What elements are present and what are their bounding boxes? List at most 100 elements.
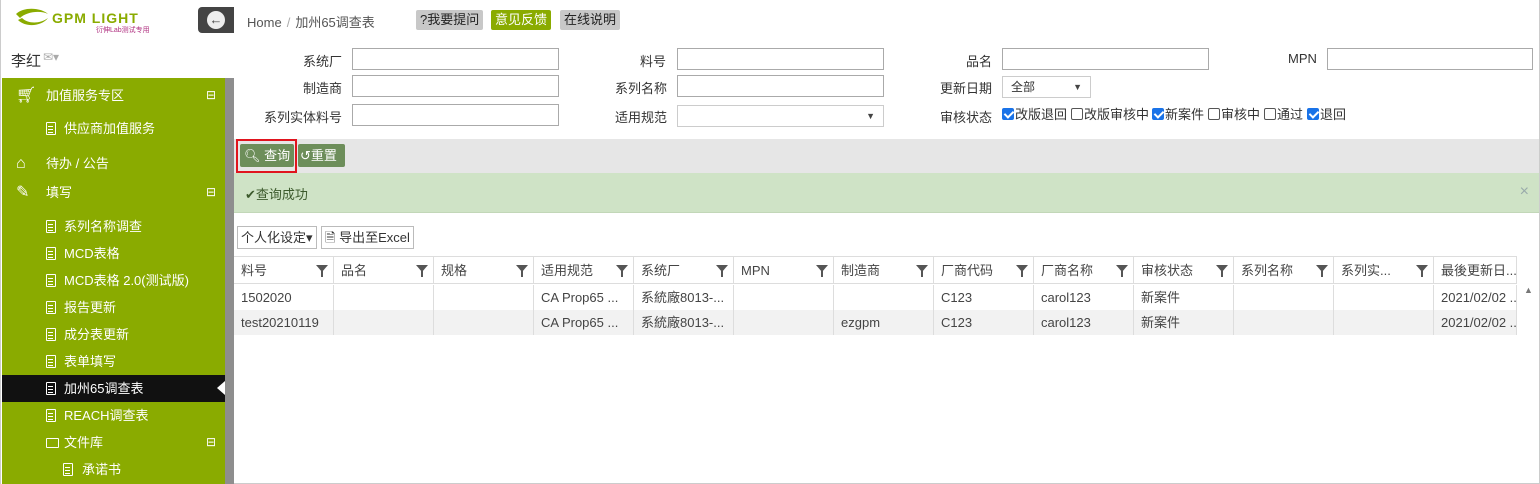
filter-icon[interactable] bbox=[316, 265, 328, 277]
column-header-label: 规格 bbox=[441, 263, 468, 278]
grid-scrollbar[interactable]: ▲ bbox=[1519, 285, 1537, 484]
review-status-checkbox[interactable]: 退回 bbox=[1307, 104, 1346, 123]
checkbox-icon[interactable] bbox=[1208, 108, 1220, 120]
table-cell: CA Prop65 ... bbox=[534, 285, 634, 310]
sidebar-item[interactable]: 表单填写 bbox=[2, 348, 225, 375]
column-header[interactable]: 系列实... bbox=[1334, 257, 1434, 283]
grid-toolbar: 个人化设定▾ 🗎 导出至Excel bbox=[234, 224, 1539, 252]
sidebar-item-label: 成分表更新 bbox=[64, 327, 130, 342]
review-status-checkbox[interactable]: 改版审核中 bbox=[1071, 104, 1149, 123]
alert-text: 查询成功 bbox=[255, 187, 308, 202]
column-header[interactable]: 品名 bbox=[334, 257, 434, 283]
filter-icon[interactable] bbox=[1016, 265, 1028, 277]
filter-icon[interactable] bbox=[816, 265, 828, 277]
review-status-checkbox[interactable]: 审核中 bbox=[1208, 104, 1260, 123]
ask-question-button[interactable]: ?我要提问 bbox=[416, 10, 484, 30]
sidebar-item[interactable]: MCD表格 bbox=[2, 240, 225, 267]
sidebar-item[interactable]: 文件库 ⊟ bbox=[2, 429, 225, 456]
filter-icon[interactable] bbox=[1316, 265, 1328, 277]
sidebar-item[interactable]: 系列名称调查 bbox=[2, 213, 225, 240]
sidebar-item[interactable]: 报告更新 bbox=[2, 294, 225, 321]
column-header[interactable]: 厂商代码 bbox=[934, 257, 1034, 283]
series-name-input[interactable] bbox=[677, 75, 884, 97]
filter-icon[interactable] bbox=[516, 265, 528, 277]
envelope-icon[interactable]: ✉▾ bbox=[43, 50, 59, 64]
reset-button[interactable]: ↺重置 bbox=[298, 144, 345, 167]
sidebar-scrollbar[interactable] bbox=[225, 78, 234, 484]
sidebar-item[interactable]: 供应商加值服务 bbox=[2, 115, 225, 142]
filter-icon[interactable] bbox=[916, 265, 928, 277]
action-bar: 🔍︎ 查询 ↺重置 bbox=[234, 139, 1539, 173]
table-cell: 2021/02/02 ... bbox=[1434, 285, 1517, 310]
user-bar[interactable]: 李红 ✉▾ bbox=[2, 40, 234, 78]
undo-icon: ↺ bbox=[300, 148, 311, 163]
mpn-input[interactable] bbox=[1327, 48, 1533, 70]
product-name-input[interactable] bbox=[1002, 48, 1209, 70]
close-icon[interactable]: × bbox=[1520, 183, 1529, 201]
scroll-up-icon[interactable]: ▲ bbox=[1524, 285, 1533, 295]
sidebar-collapse-button[interactable]: ← bbox=[198, 7, 234, 33]
series-part-input[interactable] bbox=[352, 104, 559, 126]
filter-icon[interactable] bbox=[1216, 265, 1228, 277]
filter-icon[interactable] bbox=[616, 265, 628, 277]
review-status-checkbox[interactable]: 改版退回 bbox=[1002, 104, 1067, 123]
column-header[interactable]: MPN bbox=[734, 257, 834, 283]
part-no-input[interactable] bbox=[677, 48, 884, 70]
sidebar-item[interactable]: REACH调查表 bbox=[2, 402, 225, 429]
manufacturer-input[interactable] bbox=[352, 75, 559, 97]
checkbox-icon[interactable] bbox=[1071, 108, 1083, 120]
sidebar-item[interactable]: 🛒︎ 加值服务专区 ⊟ bbox=[2, 82, 225, 109]
user-name[interactable]: 李红 bbox=[11, 50, 41, 71]
breadcrumb-home[interactable]: Home bbox=[247, 15, 282, 30]
product-name-label: 品名 bbox=[966, 54, 993, 69]
spec-select[interactable]: ▼ bbox=[677, 105, 884, 127]
column-header[interactable]: 系统厂 bbox=[634, 257, 734, 283]
review-status-checkbox[interactable]: 新案件 bbox=[1152, 104, 1204, 123]
update-date-select[interactable]: 全部 ▼ bbox=[1002, 76, 1091, 98]
column-header[interactable]: 最後更新日... bbox=[1434, 257, 1517, 283]
checkbox-icon[interactable] bbox=[1264, 108, 1276, 120]
column-header[interactable]: 适用规范 bbox=[534, 257, 634, 283]
column-header[interactable]: 制造商 bbox=[834, 257, 934, 283]
sidebar-item[interactable]: MCD表格 2.0(测试版) bbox=[2, 267, 225, 294]
filter-icon[interactable] bbox=[1116, 265, 1128, 277]
sidebar: GPM LIGHT 衍伸Lab测试专用 ← 李红 ✉▾ 🛒︎ 加值服务专区 ⊟ 供应商… bbox=[0, 0, 234, 484]
sidebar-item[interactable]: ⌂ 待办 / 公告 bbox=[2, 150, 225, 177]
column-header[interactable]: 审核状态 bbox=[1134, 257, 1234, 283]
part-no-link[interactable]: 1502020 bbox=[234, 285, 334, 310]
excel-icon: 🗎 bbox=[325, 230, 336, 245]
checkbox-icon[interactable] bbox=[1152, 108, 1164, 120]
part-no-link[interactable]: test20210119 bbox=[234, 310, 334, 335]
table-row[interactable]: test20210119 CA Prop65 ... 系統廠8013-... ezgp… bbox=[234, 310, 1517, 335]
system-factory-input[interactable] bbox=[352, 48, 559, 70]
collapse-icon[interactable]: ⊟ bbox=[206, 429, 216, 456]
part-no-label: 料号 bbox=[640, 54, 667, 69]
filter-icon[interactable] bbox=[416, 265, 428, 277]
checkbox-icon[interactable] bbox=[1307, 108, 1319, 120]
sidebar-item[interactable]: 成分表更新 bbox=[2, 321, 225, 348]
collapse-icon[interactable]: ⊟ bbox=[206, 179, 216, 206]
column-header[interactable]: 料号 bbox=[234, 257, 334, 283]
filter-icon[interactable] bbox=[1416, 265, 1428, 277]
sidebar-menu: 🛒︎ 加值服务专区 ⊟ 供应商加值服务 ⌂ 待办 / 公告 ✎ 填写 ⊟ 系列名称调查 MCD表格 M… bbox=[2, 78, 225, 484]
sidebar-item[interactable]: 加州65调查表 bbox=[2, 375, 225, 402]
export-excel-button[interactable]: 🗎 导出至Excel bbox=[321, 226, 414, 249]
sidebar-item[interactable]: 承诺书 bbox=[2, 456, 225, 483]
table-cell bbox=[434, 310, 534, 335]
online-help-button[interactable]: 在线说明 bbox=[560, 10, 621, 30]
mpn-label: MPN bbox=[1288, 51, 1317, 66]
collapse-icon[interactable]: ⊟ bbox=[206, 82, 216, 109]
check-icon: ✔ bbox=[245, 187, 256, 202]
checkbox-icon[interactable] bbox=[1002, 108, 1014, 120]
filter-icon[interactable] bbox=[716, 265, 728, 277]
logo-bar: GPM LIGHT 衍伸Lab测试专用 ← bbox=[2, 0, 234, 40]
column-header[interactable]: 系列名称 bbox=[1234, 257, 1334, 283]
personalize-dropdown-button[interactable]: 个人化设定▾ bbox=[237, 226, 317, 249]
review-status-checkbox[interactable]: 通过 bbox=[1264, 104, 1303, 123]
table-row[interactable]: 1502020 CA Prop65 ... 系統廠8013-... C123 carol… bbox=[234, 285, 1517, 310]
column-header[interactable]: 规格 bbox=[434, 257, 534, 283]
feedback-button[interactable]: 意见反馈 bbox=[491, 10, 552, 30]
sidebar-item[interactable]: ✎ 填写 ⊟ bbox=[2, 179, 225, 206]
column-header[interactable]: 厂商名称 bbox=[1034, 257, 1134, 283]
query-button[interactable]: 🔍︎ 查询 bbox=[240, 144, 294, 167]
